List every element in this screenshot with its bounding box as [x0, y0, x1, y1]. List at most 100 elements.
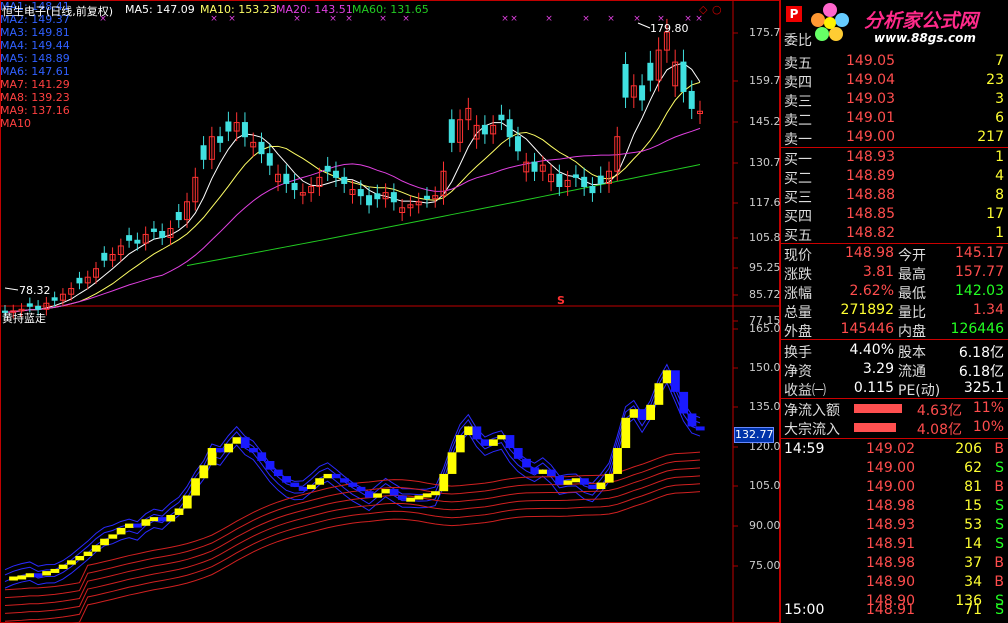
yellow-bar[interactable] [232, 437, 242, 444]
quote-row[interactable]: 涨幅 2.62% 最低 142.03 [780, 282, 1008, 302]
yellow-bar[interactable] [100, 538, 109, 546]
quote-row[interactable]: 总量 271892 量比 1.34 [780, 301, 1008, 321]
yellow-bar[interactable] [422, 493, 432, 498]
yellow-bar[interactable] [116, 527, 126, 535]
ask-row[interactable]: 卖二 149.01 6 [780, 109, 1008, 129]
yellow-bar[interactable] [75, 555, 85, 561]
blue-bar[interactable] [265, 460, 275, 470]
tick-row[interactable]: 14:59 149.02 206 B [780, 440, 1008, 459]
candle-body[interactable] [324, 165, 331, 172]
candle-body[interactable] [241, 122, 248, 138]
blue-bar[interactable] [505, 435, 515, 449]
candle-body[interactable] [126, 235, 133, 241]
candle-body[interactable] [225, 121, 232, 132]
blue-bar[interactable] [588, 484, 598, 490]
circle-icon[interactable]: ○ [712, 3, 722, 16]
kline-chart-area[interactable]: × × × × × × × × × × × × × × × × × [0, 0, 780, 623]
blue-bar[interactable] [389, 489, 399, 496]
blue-bar[interactable] [472, 426, 482, 440]
candle-body[interactable] [76, 277, 83, 284]
yellow-bar[interactable] [563, 480, 573, 485]
bid-row[interactable]: 买二 148.89 4 [780, 167, 1008, 187]
candle-body[interactable] [481, 124, 488, 135]
candle-body[interactable] [390, 192, 397, 203]
bid-row[interactable]: 买一 148.93 1 [780, 148, 1008, 168]
yellow-bar[interactable] [174, 508, 184, 515]
yellow-bar[interactable] [621, 417, 631, 449]
yellow-bar[interactable] [373, 493, 382, 498]
yellow-bar[interactable] [42, 571, 52, 576]
candle-body[interactable] [647, 62, 654, 81]
candle-body[interactable] [26, 303, 33, 307]
yellow-bar[interactable] [497, 435, 507, 440]
yellow-bar[interactable] [306, 484, 316, 490]
blue-bar[interactable] [364, 491, 374, 498]
candle-body[interactable] [639, 85, 646, 101]
blue-bar[interactable] [398, 495, 407, 500]
yellow-bar[interactable] [67, 560, 76, 565]
candle-body[interactable] [423, 195, 430, 200]
blue-bar[interactable] [480, 439, 490, 446]
candle-body[interactable] [51, 297, 58, 301]
candle-body[interactable] [200, 145, 207, 160]
candle-body[interactable] [531, 161, 538, 172]
blue-bar[interactable] [331, 473, 341, 479]
blue-bar[interactable] [33, 573, 43, 578]
candle-body[interactable] [217, 136, 224, 143]
candle-body[interactable] [101, 252, 108, 261]
yellow-bar[interactable] [604, 473, 614, 483]
blue-bar[interactable] [555, 476, 564, 485]
yellow-bar[interactable] [315, 478, 325, 485]
blue-bar[interactable] [580, 478, 589, 485]
candle-body[interactable] [35, 305, 42, 310]
candle-body[interactable] [680, 61, 687, 92]
blue-bar[interactable] [282, 476, 291, 483]
blue-bar[interactable] [679, 391, 689, 414]
ask-row[interactable]: 卖五 149.05 7 [780, 52, 1008, 72]
yellow-bar[interactable] [199, 465, 209, 479]
yellow-bar[interactable] [50, 568, 60, 573]
tick-row[interactable]: 148.90 34 B [780, 573, 1008, 592]
yellow-bar[interactable] [629, 409, 639, 418]
candle-body[interactable] [266, 153, 273, 166]
yellow-bar[interactable] [646, 404, 655, 420]
blue-bar[interactable] [158, 517, 167, 522]
yellow-bar[interactable] [439, 473, 449, 492]
blue-bar[interactable] [671, 370, 680, 392]
stat-row[interactable]: 收益㈠ 0.115 PE(动) 325.1 [780, 379, 1008, 399]
yellow-bar[interactable] [207, 448, 217, 466]
candle-body[interactable] [159, 230, 166, 238]
yellow-bar[interactable] [662, 370, 672, 384]
yellow-bar[interactable] [166, 514, 176, 522]
blue-bar[interactable] [215, 448, 225, 453]
candle-body[interactable] [589, 186, 596, 194]
yellow-bar[interactable] [191, 478, 200, 496]
blue-bar[interactable] [356, 486, 366, 492]
tick-row[interactable]: 148.98 15 S [780, 497, 1008, 516]
candle-body[interactable] [622, 64, 629, 98]
candle-body[interactable] [150, 228, 157, 232]
candle-body[interactable] [581, 176, 588, 188]
blue-bar[interactable] [348, 482, 358, 487]
candle-body[interactable] [283, 173, 290, 184]
tick-row[interactable]: 15:00 148.91 71 S [780, 601, 1008, 620]
blue-bar[interactable] [687, 413, 697, 427]
yellow-bar[interactable] [464, 426, 473, 436]
blue-bar[interactable] [546, 469, 556, 477]
ask-row[interactable]: 卖三 149.03 3 [780, 90, 1008, 110]
quote-row[interactable]: 现价 148.98 今开 145.17 [780, 244, 1008, 264]
candle-body[interactable] [572, 174, 579, 178]
blue-bar[interactable] [290, 482, 300, 487]
yellow-bar[interactable] [108, 534, 118, 539]
yellow-bar[interactable] [414, 495, 424, 500]
flow-row[interactable]: 净流入额 4.63亿 11% [780, 399, 1008, 419]
yellow-bar[interactable] [83, 551, 93, 556]
yellow-bar[interactable] [613, 448, 622, 474]
candle-body[interactable] [357, 189, 364, 197]
yellow-bar[interactable] [9, 576, 18, 581]
bid-row[interactable]: 买四 148.85 17 [780, 205, 1008, 225]
candle-body[interactable] [258, 141, 265, 155]
blue-bar[interactable] [240, 437, 250, 449]
candle-body[interactable] [688, 90, 695, 109]
logo-url[interactable]: www.88gs.com [874, 31, 976, 45]
